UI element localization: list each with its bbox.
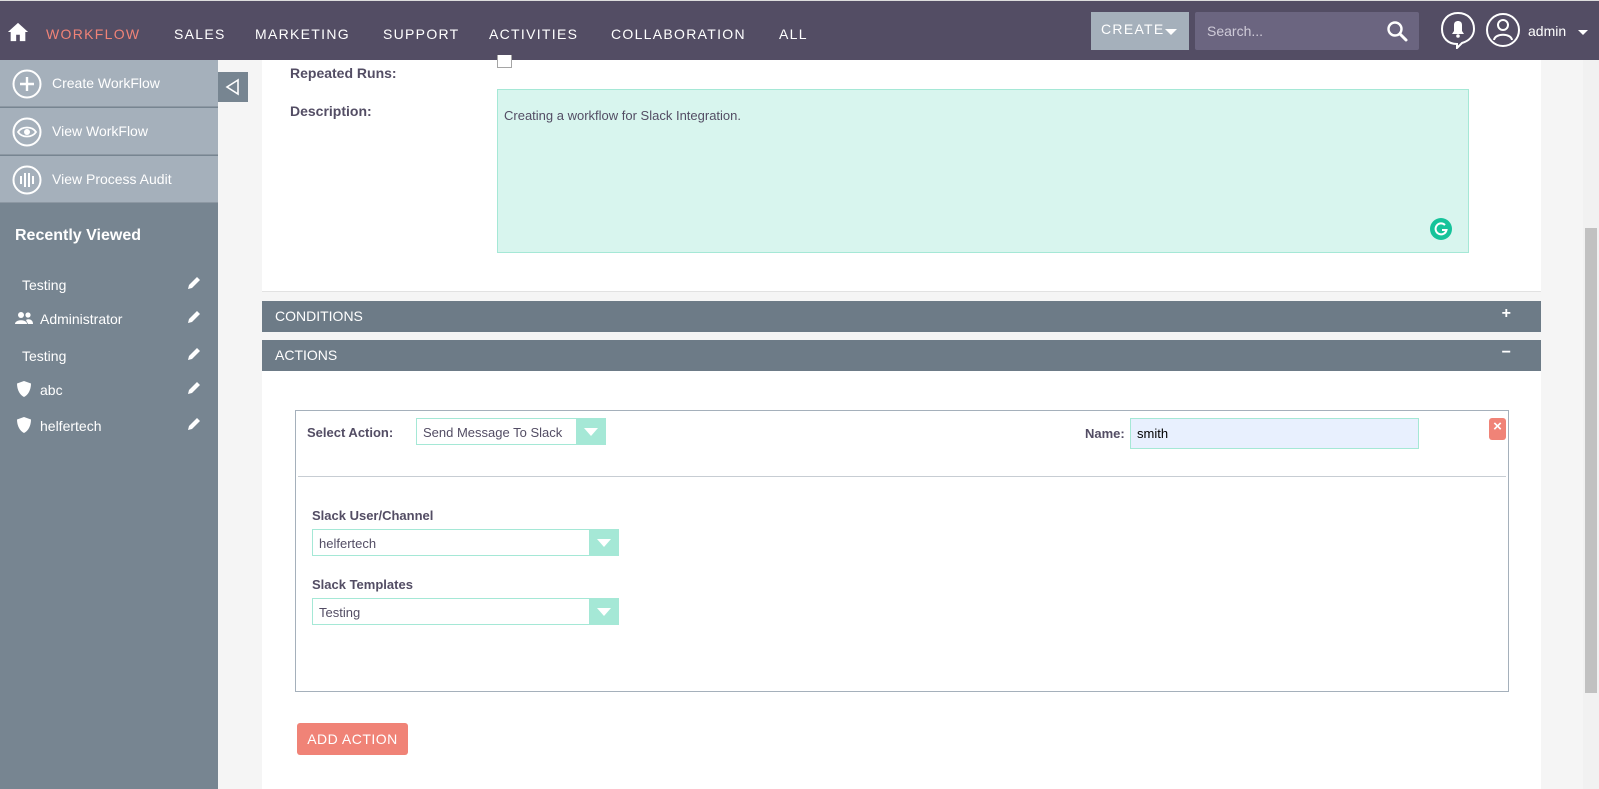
user-avatar-icon[interactable]	[1485, 11, 1521, 49]
recent-item-label[interactable]: helfertech	[40, 418, 101, 434]
recent-item-label[interactable]: Testing	[22, 348, 66, 364]
scrollbar-thumb[interactable]	[1585, 228, 1597, 693]
nav-support[interactable]: SUPPORT	[383, 26, 460, 42]
sidebar-action-label: View WorkFlow	[52, 123, 148, 139]
pencil-icon[interactable]	[186, 309, 202, 325]
chevron-down-icon[interactable]	[589, 599, 618, 624]
user-name[interactable]: admin	[1528, 23, 1566, 39]
name-label: Name:	[1085, 426, 1125, 441]
recent-item[interactable]: Testing	[0, 342, 218, 374]
sidebar-action-label: View Process Audit	[52, 171, 172, 187]
recent-item-label[interactable]: Administrator	[40, 311, 122, 327]
actions-title: ACTIONS	[275, 347, 338, 363]
nav-collaboration[interactable]: COLLABORATION	[611, 26, 746, 42]
nav-sales[interactable]: SALES	[174, 26, 226, 42]
search-box	[1195, 12, 1419, 50]
action-name-input[interactable]	[1130, 418, 1419, 449]
select-action-dropdown[interactable]: Send Message To Slack	[416, 418, 606, 445]
users-icon	[15, 312, 33, 324]
recent-item[interactable]: Administrator	[0, 305, 218, 337]
actions-section-header[interactable]: ACTIONS −	[262, 340, 1541, 371]
add-action-button[interactable]: ADD ACTION	[297, 723, 408, 755]
sidebar-action-view-process-audit[interactable]: View Process Audit	[0, 156, 218, 203]
pencil-icon[interactable]	[186, 346, 202, 362]
create-label: CREATE	[1101, 21, 1165, 37]
home-icon[interactable]	[7, 21, 29, 43]
slack-user-channel-value: helfertech	[319, 536, 377, 551]
sidebar: Create WorkFlow View WorkFlow View Proce…	[0, 60, 218, 789]
nav-marketing[interactable]: MARKETING	[255, 26, 350, 42]
sidebar-collapse-icon[interactable]	[218, 72, 248, 102]
pencil-icon[interactable]	[186, 275, 202, 291]
repeated-runs-label: Repeated Runs:	[290, 65, 397, 81]
grammarly-icon[interactable]	[1430, 218, 1452, 240]
description-label: Description:	[290, 103, 372, 119]
select-action-value: Send Message To Slack	[423, 425, 563, 440]
sidebar-action-create-workflow[interactable]: Create WorkFlow	[0, 60, 218, 107]
shield-icon	[17, 381, 31, 397]
recent-item[interactable]: Testing	[0, 271, 218, 303]
recently-viewed-title: Recently Viewed	[15, 227, 141, 244]
conditions-section-header[interactable]: CONDITIONS +	[262, 301, 1541, 332]
recent-item[interactable]: helfertech	[0, 412, 218, 444]
nav-activities[interactable]: ACTIVITIES	[489, 26, 578, 42]
repeated-runs-checkbox[interactable]	[497, 55, 512, 68]
shield-icon	[17, 417, 31, 433]
select-action-label: Select Action:	[307, 425, 394, 440]
top-navbar: WORKFLOW SALES MARKETING SUPPORT ACTIVIT…	[0, 0, 1599, 60]
chevron-down-icon	[1165, 29, 1177, 35]
remove-action-close-icon[interactable]: ×	[1489, 418, 1506, 440]
audit-bars-icon	[12, 165, 42, 195]
slack-templates-value: Testing	[319, 605, 361, 620]
pencil-icon[interactable]	[186, 416, 202, 432]
search-icon[interactable]	[1385, 19, 1409, 43]
recent-item-label[interactable]: abc	[40, 382, 63, 398]
slack-user-channel-dropdown[interactable]: helfertech	[312, 529, 619, 556]
chevron-down-icon[interactable]	[589, 530, 618, 555]
slack-templates-label: Slack Templates	[312, 577, 413, 592]
page-scrollbar[interactable]	[1583, 60, 1599, 789]
divider	[298, 476, 1506, 477]
nav-all[interactable]: ALL	[779, 26, 808, 42]
collapse-minus-icon[interactable]: −	[1502, 344, 1511, 362]
search-input[interactable]	[1195, 12, 1375, 50]
recent-item[interactable]: abc	[0, 376, 218, 408]
chevron-down-icon[interactable]	[1578, 30, 1588, 35]
eye-icon	[12, 117, 42, 147]
slack-templates-dropdown[interactable]: Testing	[312, 598, 619, 625]
slack-user-channel-label: Slack User/Channel	[312, 508, 434, 523]
description-field[interactable]: Creating a workflow for Slack Integratio…	[497, 89, 1469, 253]
pencil-icon[interactable]	[186, 380, 202, 396]
sidebar-action-view-workflow[interactable]: View WorkFlow	[0, 108, 218, 155]
plus-icon	[12, 69, 42, 99]
expand-plus-icon[interactable]: +	[1502, 305, 1511, 323]
notification-bell-icon[interactable]	[1440, 11, 1476, 49]
nav-workflow[interactable]: WORKFLOW	[46, 26, 140, 42]
conditions-title: CONDITIONS	[275, 308, 363, 324]
sidebar-action-label: Create WorkFlow	[52, 75, 160, 91]
create-button[interactable]: CREATE	[1091, 12, 1189, 50]
recent-item-label[interactable]: Testing	[22, 277, 66, 293]
chevron-down-icon[interactable]	[576, 419, 605, 444]
